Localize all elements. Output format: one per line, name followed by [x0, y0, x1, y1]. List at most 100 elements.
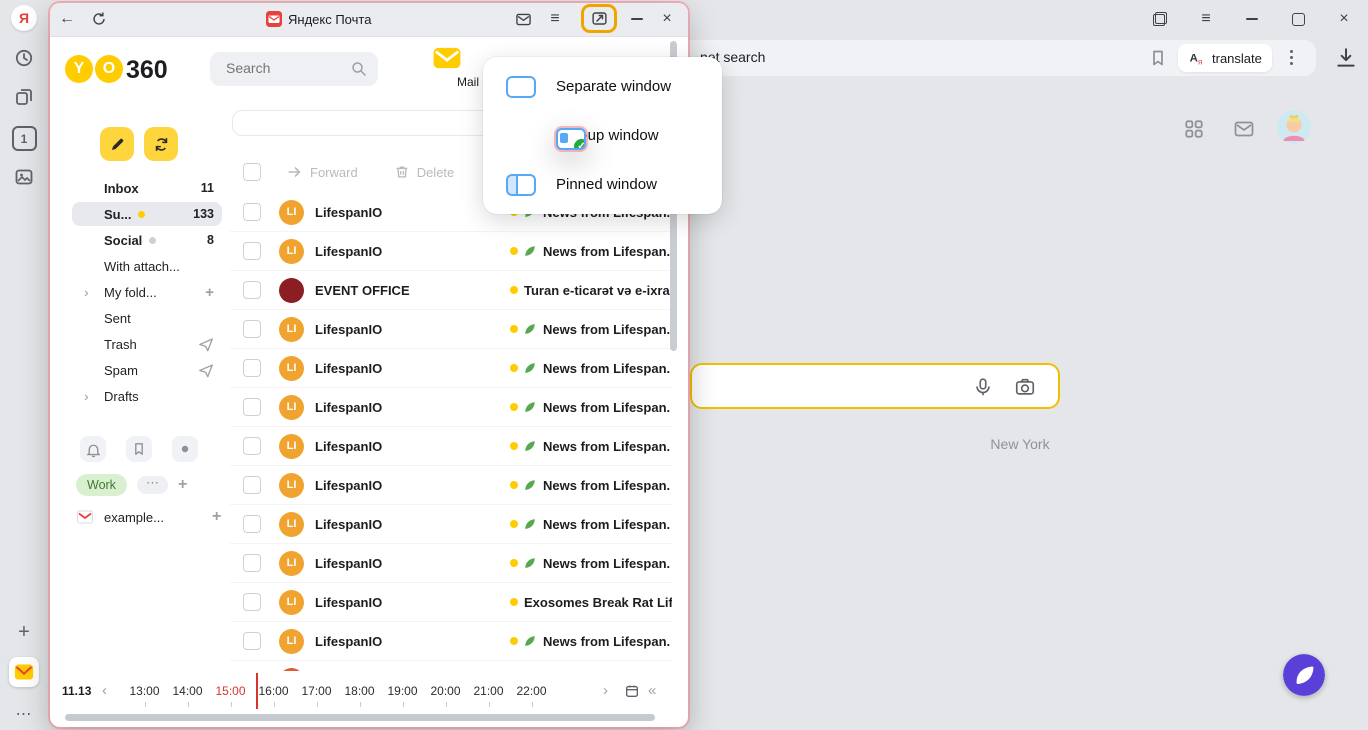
message-checkbox[interactable] [243, 359, 261, 377]
calendar-button[interactable] [624, 683, 640, 699]
message-row[interactable]: LI LifespanIO News from Lifespan. [230, 427, 672, 466]
message-checkbox[interactable] [243, 398, 261, 416]
message-checkbox[interactable] [243, 203, 261, 221]
voice-search-button[interactable] [972, 376, 994, 398]
mail-app-button[interactable] [0, 657, 48, 687]
folder-row[interactable]: › Social 8 + [72, 228, 222, 252]
message-row[interactable]: LI LifespanIO News from Lifespan. [230, 505, 672, 544]
forward-button[interactable]: Forward [287, 164, 358, 180]
popup-refresh-button[interactable] [90, 10, 108, 28]
message-row[interactable]: LI LifespanIO News from Lifespan. [230, 232, 672, 271]
downloads-button[interactable] [1334, 46, 1358, 70]
message-row[interactable]: LI LifespanIO Exosomes Break Rat Lif [230, 583, 672, 622]
message-row[interactable]: LI LifespanIO News from Lifespan. [230, 466, 672, 505]
search-input-box[interactable] [690, 363, 1060, 409]
image-search-button[interactable] [1014, 376, 1036, 398]
yandex-logo-icon: Я [11, 5, 37, 31]
timeline-next-button[interactable]: › [603, 682, 608, 699]
timeline-scrollbar-horizontal[interactable] [65, 714, 655, 721]
history-button[interactable] [0, 48, 48, 68]
add-panel-button[interactable]: + [0, 622, 48, 642]
search-suggestion[interactable]: New York [940, 436, 1100, 452]
menu-item-popup-window[interactable]: ✓ Pop-up window [483, 111, 722, 160]
mail-search-field[interactable] [210, 52, 378, 86]
address-bar-more-button[interactable] [1290, 50, 1293, 65]
folder-row[interactable]: › My fold... + [72, 280, 222, 304]
bookmarks-filter-button[interactable] [126, 436, 152, 462]
maximize-button[interactable] [1288, 9, 1308, 29]
labels-more-button[interactable]: ⋯ [137, 476, 168, 494]
check-mail-button[interactable] [144, 127, 178, 161]
tabs-panel-icon[interactable] [1150, 9, 1170, 29]
gallery-button[interactable] [0, 167, 48, 187]
timeline-collapse-button[interactable]: « [648, 682, 656, 699]
message-row[interactable] [230, 661, 672, 671]
popup-close-button[interactable]: × [658, 10, 676, 28]
popup-titlebar[interactable]: ← Яндекс Почта ≡ × [50, 3, 688, 37]
bookmark-button[interactable] [1148, 48, 1168, 68]
rail-more-button[interactable]: ⋯ [0, 704, 48, 724]
alice-assistant-button[interactable] [1283, 654, 1325, 696]
label-work[interactable]: Work [76, 474, 127, 496]
folder-row[interactable]: › Drafts + [72, 384, 222, 408]
folder-row[interactable]: › Sent + [72, 306, 222, 330]
add-account-button[interactable]: + [212, 508, 221, 526]
page-mail-button[interactable] [1233, 118, 1255, 140]
delete-button[interactable]: Delete [394, 164, 455, 180]
folder-row[interactable]: › Trash + [72, 332, 222, 356]
search-icon[interactable] [350, 60, 368, 78]
menu-item-separate-window[interactable]: Separate window [483, 62, 722, 111]
linked-account-label[interactable]: example... [104, 510, 164, 525]
select-all-checkbox[interactable] [243, 163, 261, 181]
translate-button[interactable]: Aя translate [1178, 44, 1272, 72]
popup-mail-shortcut-button[interactable] [514, 10, 532, 28]
add-folder-icon[interactable]: + [205, 284, 214, 301]
clock-icon [14, 48, 34, 68]
add-label-button[interactable]: + [178, 476, 187, 494]
notifications-filter-button[interactable] [80, 436, 106, 462]
y360-logo-o[interactable]: O [95, 55, 123, 83]
folder-row[interactable]: › Spam + [72, 358, 222, 382]
message-row[interactable]: LI LifespanIO News from Lifespan. [230, 310, 672, 349]
minimize-icon [631, 18, 643, 20]
message-checkbox[interactable] [243, 632, 261, 650]
menu-item-pinned-window[interactable]: Pinned window [483, 160, 722, 209]
services-grid-button[interactable] [1183, 118, 1205, 140]
mail-search-input[interactable] [224, 59, 348, 77]
message-row[interactable]: LI LifespanIO News from Lifespan. [230, 349, 672, 388]
message-checkbox[interactable] [243, 437, 261, 455]
popup-back-button[interactable]: ← [58, 10, 76, 28]
browser-menu-button[interactable]: ≡ [1196, 9, 1216, 29]
message-checkbox[interactable] [243, 554, 261, 572]
yandex-logo-button[interactable]: Я [0, 5, 48, 31]
message-checkbox[interactable] [243, 476, 261, 494]
message-checkbox[interactable] [243, 320, 261, 338]
folder-row[interactable]: › With attach... + [72, 254, 222, 278]
message-row[interactable]: EVENT OFFICE Turan e-ticarət və e-ixra [230, 271, 672, 310]
message-checkbox[interactable] [243, 593, 261, 611]
label-leaf-icon [523, 634, 537, 648]
label-leaf-icon [523, 517, 537, 531]
popup-minimize-button[interactable] [628, 10, 646, 28]
window-mode-button[interactable] [581, 4, 617, 33]
message-row[interactable]: LI LifespanIO News from Lifespan. [230, 388, 672, 427]
folder-row[interactable]: › Su... 133 + [72, 202, 222, 226]
microphone-icon [972, 376, 994, 398]
user-avatar[interactable] [1277, 110, 1311, 144]
popup-menu-button[interactable]: ≡ [546, 10, 564, 28]
message-row[interactable]: LI LifespanIO News from Lifespan. [230, 544, 672, 583]
sender-avatar [279, 278, 304, 303]
timeline-prev-button[interactable]: ‹ [102, 682, 107, 699]
message-row[interactable]: LI LifespanIO News from Lifespan. [230, 622, 672, 661]
message-checkbox[interactable] [243, 281, 261, 299]
unread-filter-button[interactable] [172, 436, 198, 462]
y360-logo-y[interactable]: Y [65, 55, 93, 83]
notes-button[interactable] [0, 87, 48, 107]
message-checkbox[interactable] [243, 515, 261, 533]
folder-row[interactable]: › Inbox 11 + [72, 176, 222, 200]
close-button[interactable]: × [1334, 9, 1354, 29]
minimize-button[interactable] [1242, 9, 1262, 29]
compose-button[interactable] [100, 127, 134, 161]
tab-counter-button[interactable]: 1 [0, 126, 48, 151]
message-checkbox[interactable] [243, 242, 261, 260]
